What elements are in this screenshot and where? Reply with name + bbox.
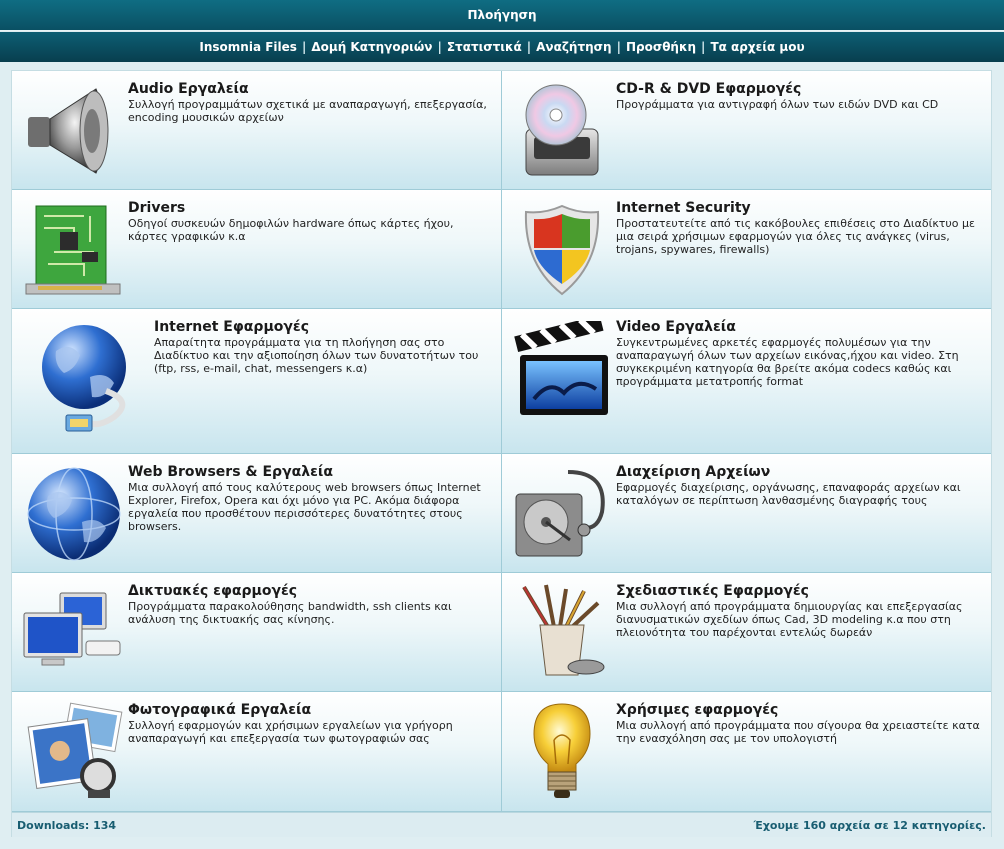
- category-description: Προστατευτείτε από τις κακόβουλες επιθέσ…: [616, 217, 975, 256]
- nav-separator: |: [616, 40, 621, 54]
- clapperboard-icon: [514, 321, 608, 415]
- category-title[interactable]: Χρήσιμες εφαρμογές: [616, 702, 778, 718]
- category-description: Συλλογή εφαρμογών και χρήσιμων εργαλείων…: [128, 719, 453, 745]
- category-description: Οδηγοί συσκευών δημοφιλών hardware όπως …: [128, 217, 454, 243]
- category-title[interactable]: Audio Εργαλεία: [128, 81, 249, 97]
- category-video-tools[interactable]: Video Εργαλεία Συγκεντρωμένες αρκετές εφ…: [502, 309, 991, 454]
- category-cd-dvd[interactable]: CD-R & DVD Εφαρμογές Προγράμματα για αντ…: [502, 71, 991, 190]
- files-summary: Έχουμε 160 αρχεία σε 12 κατηγορίες.: [753, 819, 986, 832]
- nav-search[interactable]: Αναζήτηση: [536, 40, 611, 54]
- category-drivers[interactable]: Drivers Οδηγοί συσκευών δημοφιλών hardwa…: [12, 190, 502, 309]
- photos-loupe-icon: [27, 702, 123, 798]
- category-useful-apps[interactable]: Χρήσιμες εφαρμογές Μια συλλογή από προγρ…: [502, 692, 991, 812]
- nav-separator: |: [437, 40, 442, 54]
- nav-separator: |: [526, 40, 532, 54]
- nav-my-files[interactable]: Τα αρχεία μου: [710, 40, 804, 54]
- cd-burner-icon: [525, 84, 599, 176]
- nav-statistics[interactable]: Στατιστικά: [447, 40, 522, 54]
- shield-icon: [524, 204, 600, 296]
- globe-cable-icon: [42, 325, 126, 432]
- navigation-header: Πλοήγηση: [0, 0, 1004, 31]
- circuit-board-icon: [25, 205, 121, 295]
- category-title[interactable]: Σχεδιαστικές Εφαρμογές: [616, 583, 809, 599]
- header-title: Πλοήγηση: [467, 8, 537, 22]
- category-description: Μια συλλογή από προγράμματα που σίγουρα …: [616, 719, 980, 745]
- category-title[interactable]: Διαχείριση Αρχείων: [616, 464, 770, 480]
- network-computers-icon: [23, 592, 121, 666]
- category-photo-tools[interactable]: Φωτογραφικά Εργαλεία Συλλογή εφαρμογών κ…: [12, 692, 502, 812]
- category-title[interactable]: Internet Security: [616, 200, 751, 216]
- category-title[interactable]: Φωτογραφικά Εργαλεία: [128, 702, 311, 718]
- nav-separator: |: [701, 40, 706, 54]
- category-file-management[interactable]: Διαχείριση Αρχείων Εφαρμογές διαχείρισης…: [502, 454, 991, 573]
- downloads-count: Downloads: 134: [17, 819, 117, 832]
- category-network-apps[interactable]: Δικτυακές εφαρμογές Προγράμματα παρακολο…: [12, 573, 502, 692]
- disk-stethoscope-icon: [515, 470, 605, 557]
- category-design-apps[interactable]: Σχεδιαστικές Εφαρμογές Μια συλλογή από π…: [502, 573, 991, 692]
- category-web-browsers[interactable]: Web Browsers & Εργαλεία Μια συλλογή από …: [12, 454, 502, 573]
- category-title[interactable]: Δικτυακές εφαρμογές: [128, 583, 297, 599]
- category-description: Προγράμματα παρακολούθησης bandwidth, ss…: [128, 600, 452, 626]
- category-description: Μια συλλογή από τους καλύτερους web brow…: [128, 481, 481, 533]
- nav-separator: |: [301, 40, 307, 54]
- nav-category-structure[interactable]: Δομή Κατηγοριών: [311, 40, 432, 54]
- category-title[interactable]: CD-R & DVD Εφαρμογές: [616, 81, 801, 97]
- category-grid: Audio Εργαλεία Συλλογή προγραμμάτων σχετ…: [11, 70, 992, 837]
- category-description: Συγκεντρωμένες αρκετές εφαρμογές πολυμέσ…: [616, 336, 959, 388]
- category-title[interactable]: Web Browsers & Εργαλεία: [128, 464, 333, 480]
- category-internet-security[interactable]: Internet Security Προστατευτείτε από τις…: [502, 190, 991, 309]
- category-description: Απαραίτητα προγράμματα για τη πλοήγηση σ…: [154, 336, 479, 375]
- speaker-icon: [28, 88, 109, 174]
- pencil-cup-icon: [522, 584, 605, 676]
- stats-footer: Downloads: 134 Έχουμε 160 αρχεία σε 12 κ…: [12, 812, 991, 837]
- nav-add[interactable]: Προσθήκη: [626, 40, 696, 54]
- category-description: Εφαρμογές διαχείρισης, οργάνωσης, επαναφ…: [616, 481, 961, 507]
- category-description: Συλλογή προγραμμάτων σχετικά με αναπαραγ…: [128, 98, 487, 124]
- nav-insomnia-files[interactable]: Insomnia Files: [199, 40, 297, 54]
- category-title[interactable]: Internet Εφαρμογές: [154, 319, 309, 335]
- category-internet-apps[interactable]: Internet Εφαρμογές Απαραίτητα προγράμματ…: [12, 309, 502, 454]
- category-title[interactable]: Drivers: [128, 200, 185, 216]
- category-title[interactable]: Video Εργαλεία: [616, 319, 736, 335]
- light-bulb-icon: [533, 703, 591, 798]
- globe-icon: [27, 467, 121, 561]
- category-description: Μια συλλογή από προγράμματα δημιουργίας …: [616, 600, 963, 639]
- category-audio-tools[interactable]: Audio Εργαλεία Συλλογή προγραμμάτων σχετ…: [12, 71, 502, 190]
- category-description: Προγράμματα για αντιγραφή όλων των ειδών…: [616, 98, 939, 111]
- main-nav: Insomnia Files | Δομή Κατηγοριών | Στατιστικ…: [0, 32, 1004, 62]
